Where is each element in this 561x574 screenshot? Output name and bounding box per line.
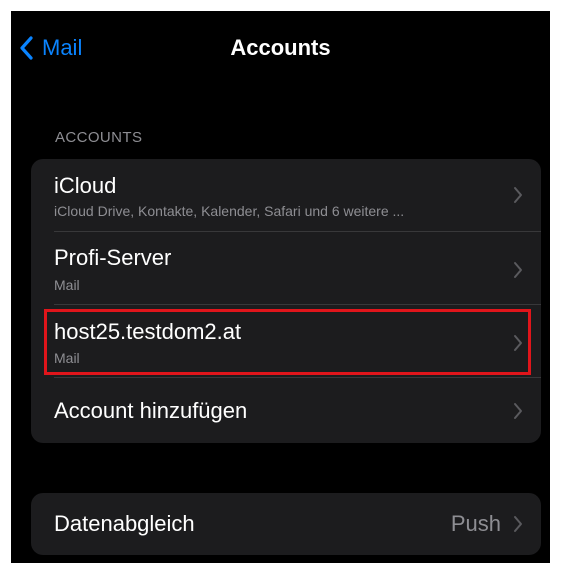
account-row-icloud[interactable]: iCloud iCloud Drive, Kontakte, Kalender,… xyxy=(31,159,541,231)
account-subtitle: Mail xyxy=(54,350,80,366)
account-row-host25[interactable]: host25.testdom2.at Mail xyxy=(31,305,541,377)
accounts-section-header: ACCOUNTS xyxy=(55,129,143,146)
account-row-profi-server[interactable]: Profi-Server Mail xyxy=(31,232,541,304)
chevron-right-icon xyxy=(514,516,522,532)
chevron-right-icon xyxy=(514,187,522,203)
settings-screen: Mail Accounts ACCOUNTS iCloud iCloud Dri… xyxy=(11,11,550,563)
chevron-right-icon xyxy=(514,262,522,278)
fetch-settings-group: Datenabgleich Push xyxy=(31,493,541,555)
fetch-new-data-row[interactable]: Datenabgleich Push xyxy=(31,493,541,555)
chevron-right-icon xyxy=(514,403,522,419)
account-subtitle: Mail xyxy=(54,277,80,293)
account-name: iCloud xyxy=(54,173,117,198)
accounts-list: iCloud iCloud Drive, Kontakte, Kalender,… xyxy=(31,159,541,443)
add-account-row[interactable]: Account hinzufügen xyxy=(31,378,541,443)
account-name: Profi-Server xyxy=(54,245,172,270)
add-account-label: Account hinzufügen xyxy=(54,398,248,423)
page-title: Accounts xyxy=(230,35,331,60)
fetch-value: Push xyxy=(450,511,501,536)
fetch-label: Datenabgleich xyxy=(54,511,195,536)
chevron-right-icon xyxy=(514,335,522,351)
account-subtitle: iCloud Drive, Kontakte, Kalender, Safari… xyxy=(54,203,405,219)
account-name: host25.testdom2.at xyxy=(54,319,242,344)
navigation-bar: Mail Accounts xyxy=(11,11,550,83)
